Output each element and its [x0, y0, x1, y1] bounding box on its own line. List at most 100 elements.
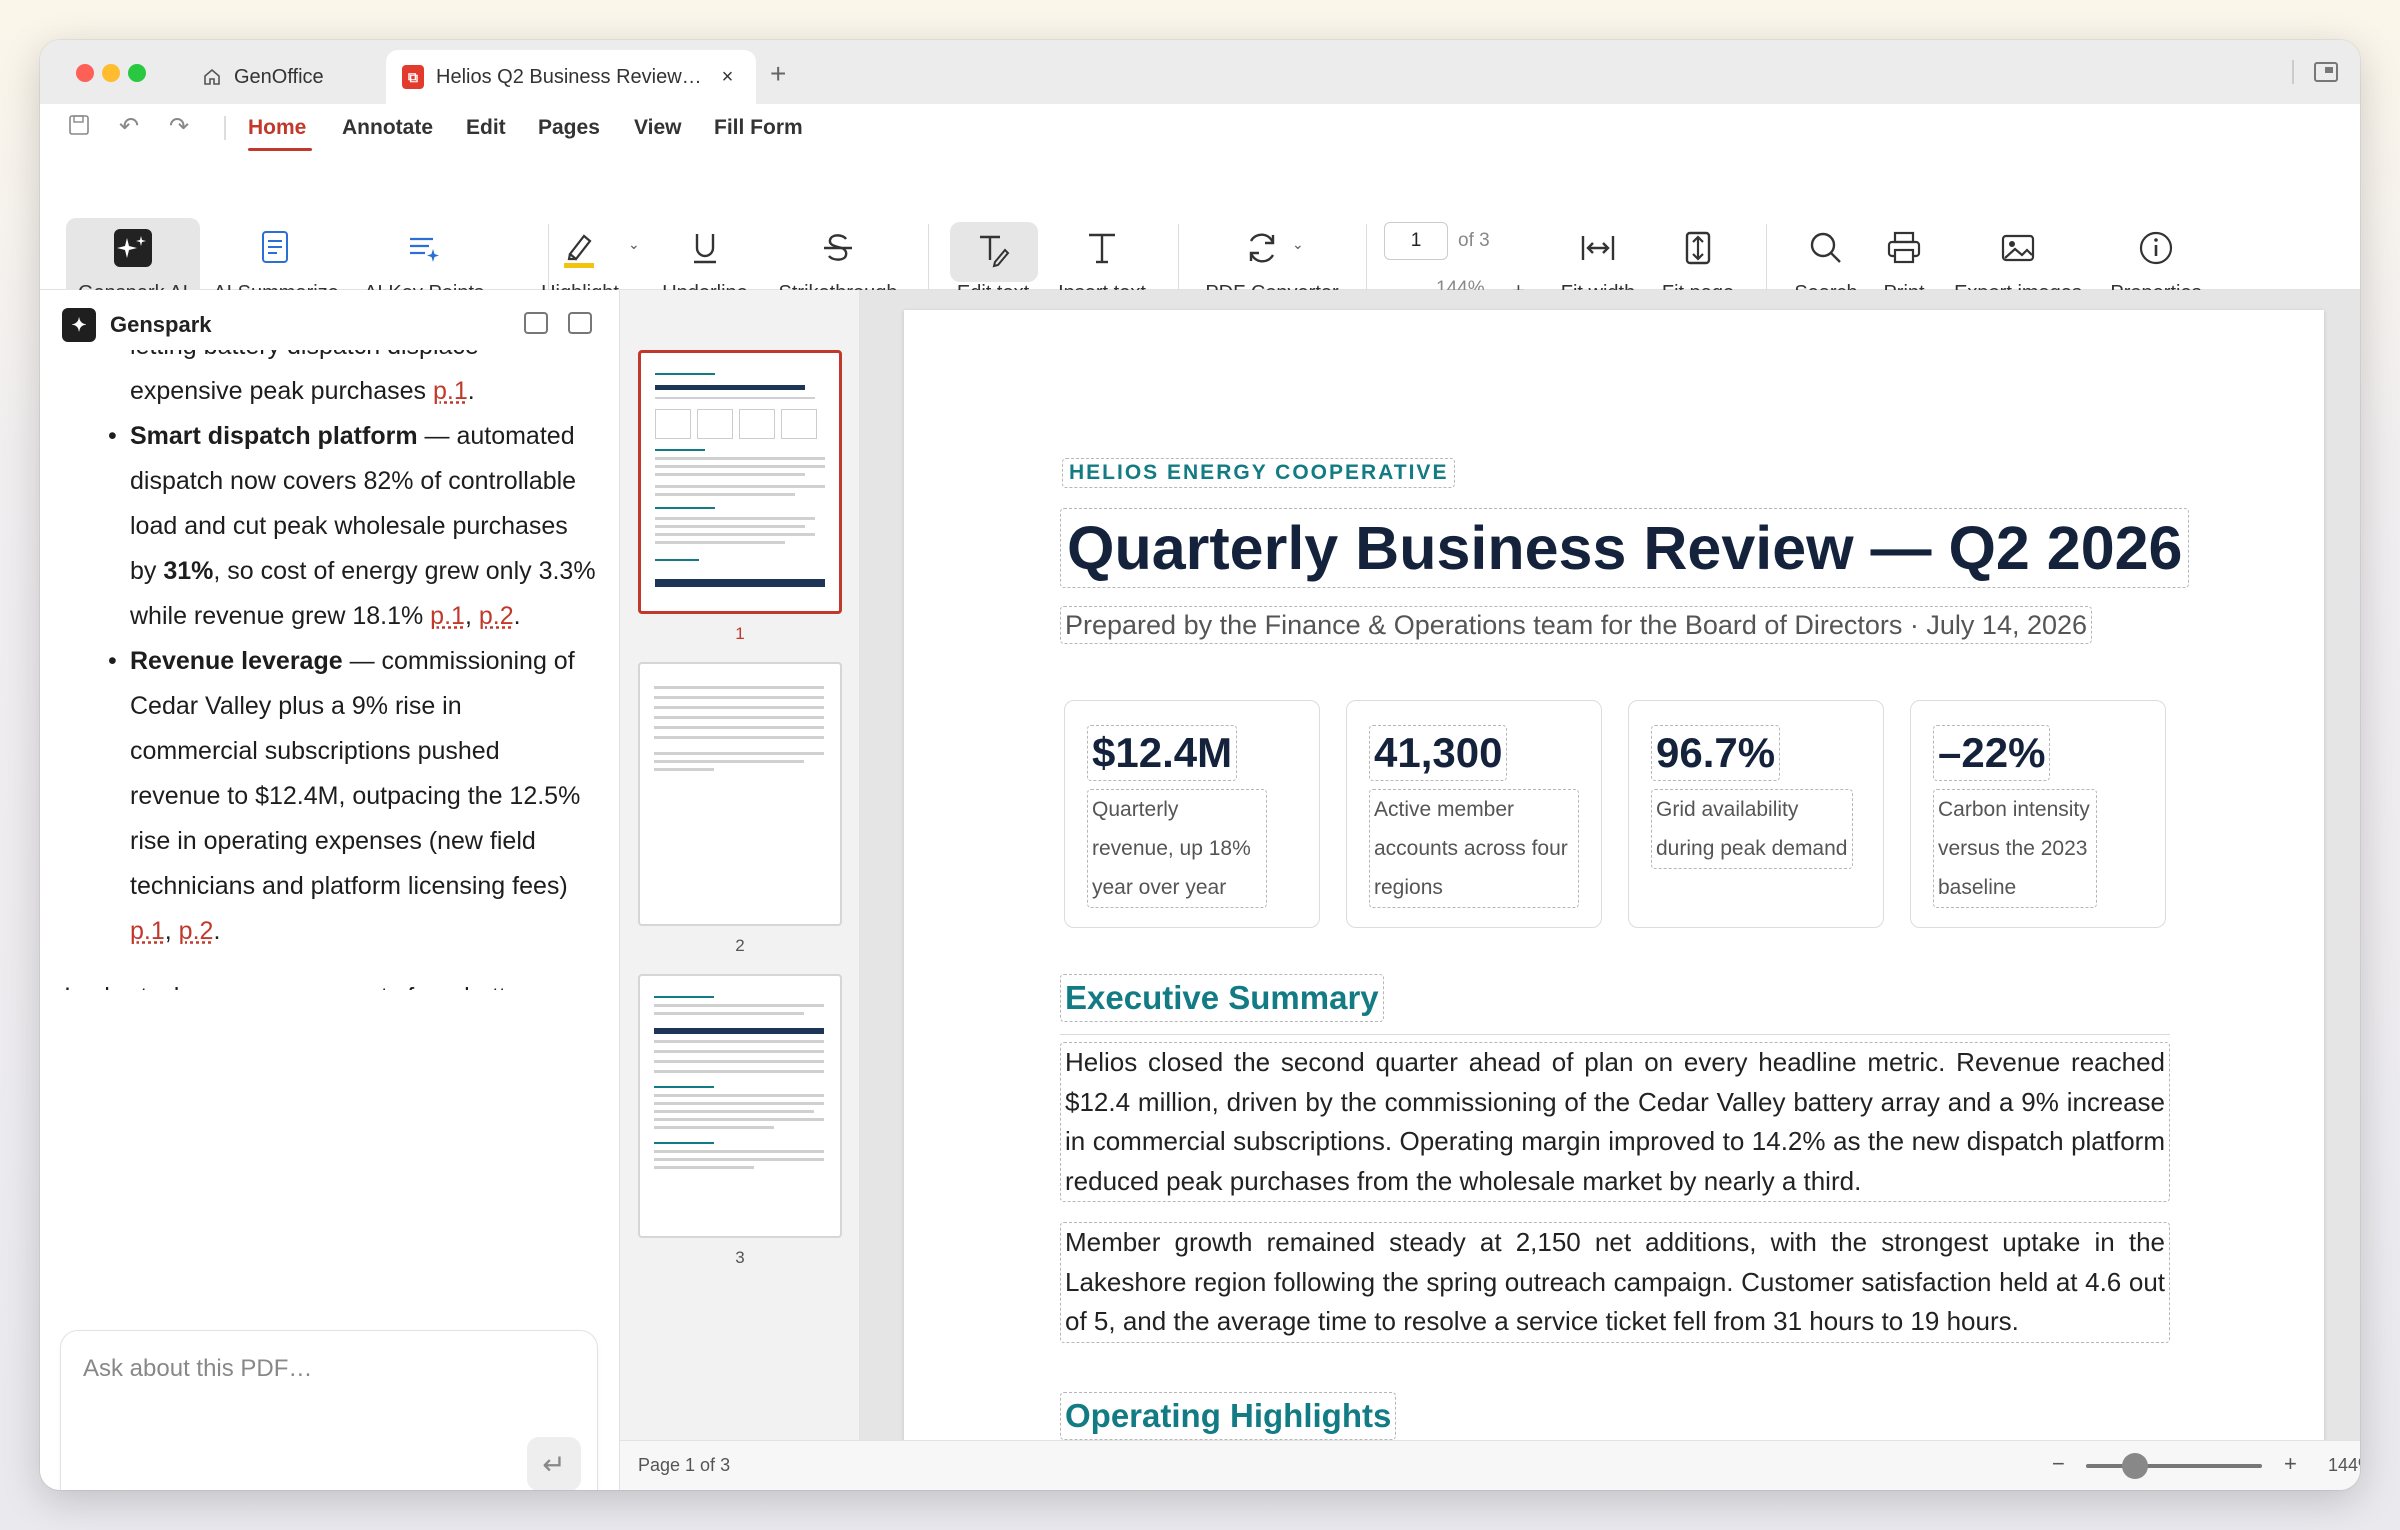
zoom-out-button[interactable]: − [2052, 1451, 2065, 1477]
maximize-window-button[interactable] [128, 64, 146, 82]
thumb-line [654, 752, 824, 755]
thumbnail-page-2[interactable] [638, 662, 842, 926]
redo-icon[interactable]: ↷ [166, 114, 192, 140]
thumb-line [655, 449, 705, 451]
undo-icon[interactable]: ↶ [116, 114, 142, 140]
response-text: expensive peak purchases p.1. [130, 377, 475, 405]
minimize-window-button[interactable] [102, 64, 120, 82]
heading-rule [1060, 1034, 2170, 1035]
menu-fill-form[interactable]: Fill Form [714, 116, 803, 140]
citation-link[interactable]: p.1 [430, 602, 465, 630]
thumb-kpi [739, 409, 775, 439]
paragraph[interactable]: Helios closed the second quarter ahead o… [1060, 1042, 2170, 1202]
pdf-page: HELIOS ENERGY COOPERATIVE Quarterly Busi… [904, 310, 2324, 1440]
new-chat-icon[interactable] [524, 312, 548, 334]
strikethrough-icon [812, 222, 864, 274]
divider [224, 116, 226, 140]
thumb-line [654, 1028, 824, 1034]
thumb-line [654, 1040, 824, 1043]
menu-pages[interactable]: Pages [538, 116, 600, 140]
thumb-line [654, 1126, 774, 1129]
sparkle-icon [107, 222, 159, 274]
thumb-line [654, 768, 714, 771]
thumb-line [654, 760, 804, 763]
thumb-line [654, 1086, 714, 1088]
citation-link[interactable]: p.2 [479, 602, 514, 630]
thumb-line [655, 465, 825, 468]
assistant-response: letting battery dispatch displace expens… [40, 350, 620, 990]
panel-layout-icon[interactable] [568, 312, 592, 334]
kpi-label[interactable]: Carbon intensity versus the 2023 baselin… [1933, 789, 2097, 908]
response-text: letting battery dispatch displace [40, 350, 620, 369]
thumbnail-page-3[interactable] [638, 974, 842, 1238]
thumb-line [655, 525, 805, 528]
zoom-slider-handle[interactable] [2122, 1453, 2149, 1479]
assistant-title: Genspark [110, 312, 212, 337]
thumb-kpi [781, 409, 817, 439]
thumb-line [654, 1118, 824, 1121]
sidebar-toggle-icon[interactable] [2314, 62, 2338, 82]
chat-input[interactable]: Ask about this PDF… ↵ [60, 1330, 598, 1490]
kpi-value[interactable]: $12.4M [1087, 725, 1238, 781]
thumb-line [654, 696, 824, 699]
kpi-value[interactable]: 96.7% [1651, 725, 1781, 781]
kpi-label[interactable]: Grid availability during peak demand [1651, 789, 1853, 869]
thumb-line [655, 373, 715, 375]
citation-link[interactable]: p.2 [179, 917, 214, 945]
key-points-icon [398, 222, 450, 274]
paragraph[interactable]: Member growth remained steady at 2,150 n… [1060, 1222, 2170, 1343]
org-name[interactable]: HELIOS ENERGY COOPERATIVE [1062, 458, 1456, 488]
close-tab-icon[interactable]: × [722, 66, 734, 89]
kpi-card: –22% Carbon intensity versus the 2023 ba… [1910, 700, 2166, 928]
thumb-line [654, 1070, 824, 1073]
menu-view[interactable]: View [634, 116, 681, 140]
tab-bar: GenOffice ⧉ Helios Q2 Business Review… ×… [40, 40, 2360, 104]
info-icon [2130, 222, 2182, 274]
menu-edit[interactable]: Edit [466, 116, 506, 140]
close-window-button[interactable] [76, 64, 94, 82]
bullet-title: Smart dispatch platform [130, 422, 418, 450]
thumb-line [655, 473, 805, 476]
menu-home[interactable]: Home [248, 116, 306, 140]
thumb-line [654, 736, 824, 739]
chevron-down-icon[interactable]: ⌄ [1292, 236, 1304, 253]
response-summary: In short: cheaper energy costs from batt… [40, 976, 620, 990]
text-cursor-icon [1076, 222, 1128, 274]
thumb-line [654, 996, 714, 998]
new-tab-button[interactable]: + [770, 58, 786, 90]
citation-link[interactable]: p.1 [433, 377, 468, 405]
thumbnail-number: 2 [735, 936, 745, 955]
document-subtitle[interactable]: Prepared by the Finance & Operations tea… [1060, 606, 2093, 644]
section-heading[interactable]: Executive Summary [1060, 974, 1384, 1022]
send-icon[interactable]: ↵ [527, 1437, 581, 1490]
section-heading[interactable]: Operating Highlights [1060, 1392, 1397, 1440]
printer-icon [1878, 222, 1930, 274]
thumb-line [655, 457, 825, 460]
thumb-line [655, 493, 795, 496]
zoom-in-button[interactable]: + [2284, 1451, 2297, 1477]
kpi-label[interactable]: Quarterly revenue, up 18% year over year [1087, 789, 1267, 908]
page-number-input[interactable]: 1 [1384, 222, 1448, 260]
thumb-line [655, 507, 715, 509]
chevron-down-icon[interactable]: ⌄ [628, 236, 640, 253]
fit-width-icon [1572, 222, 1624, 274]
zoom-slider-track[interactable] [2086, 1464, 2262, 1468]
document-title[interactable]: Quarterly Business Review — Q2 2026 [1060, 508, 2190, 588]
response-text: expensive peak purchases [130, 377, 433, 405]
tab-helios-review[interactable]: ⧉ Helios Q2 Business Review… × [386, 50, 756, 104]
document-viewer[interactable]: HELIOS ENERGY COOPERATIVE Quarterly Busi… [860, 290, 2360, 1440]
app-window: GenOffice ⧉ Helios Q2 Business Review… ×… [40, 40, 2360, 1490]
kpi-label[interactable]: Active member accounts across four regio… [1369, 789, 1579, 908]
menu-annotate[interactable]: Annotate [342, 116, 433, 140]
kpi-card: 96.7% Grid availability during peak dema… [1628, 700, 1884, 928]
tab-label: GenOffice [234, 65, 324, 88]
edit-text-icon [967, 224, 1019, 276]
thumbnail-page-1[interactable] [638, 350, 842, 614]
thumb-line [654, 1050, 824, 1053]
kpi-value[interactable]: 41,300 [1369, 725, 1508, 781]
thumb-line [655, 485, 825, 488]
kpi-value[interactable]: –22% [1933, 725, 2051, 781]
citation-link[interactable]: p.1 [130, 917, 165, 945]
tab-genoffice[interactable]: GenOffice [186, 50, 340, 104]
save-icon[interactable] [66, 114, 92, 140]
